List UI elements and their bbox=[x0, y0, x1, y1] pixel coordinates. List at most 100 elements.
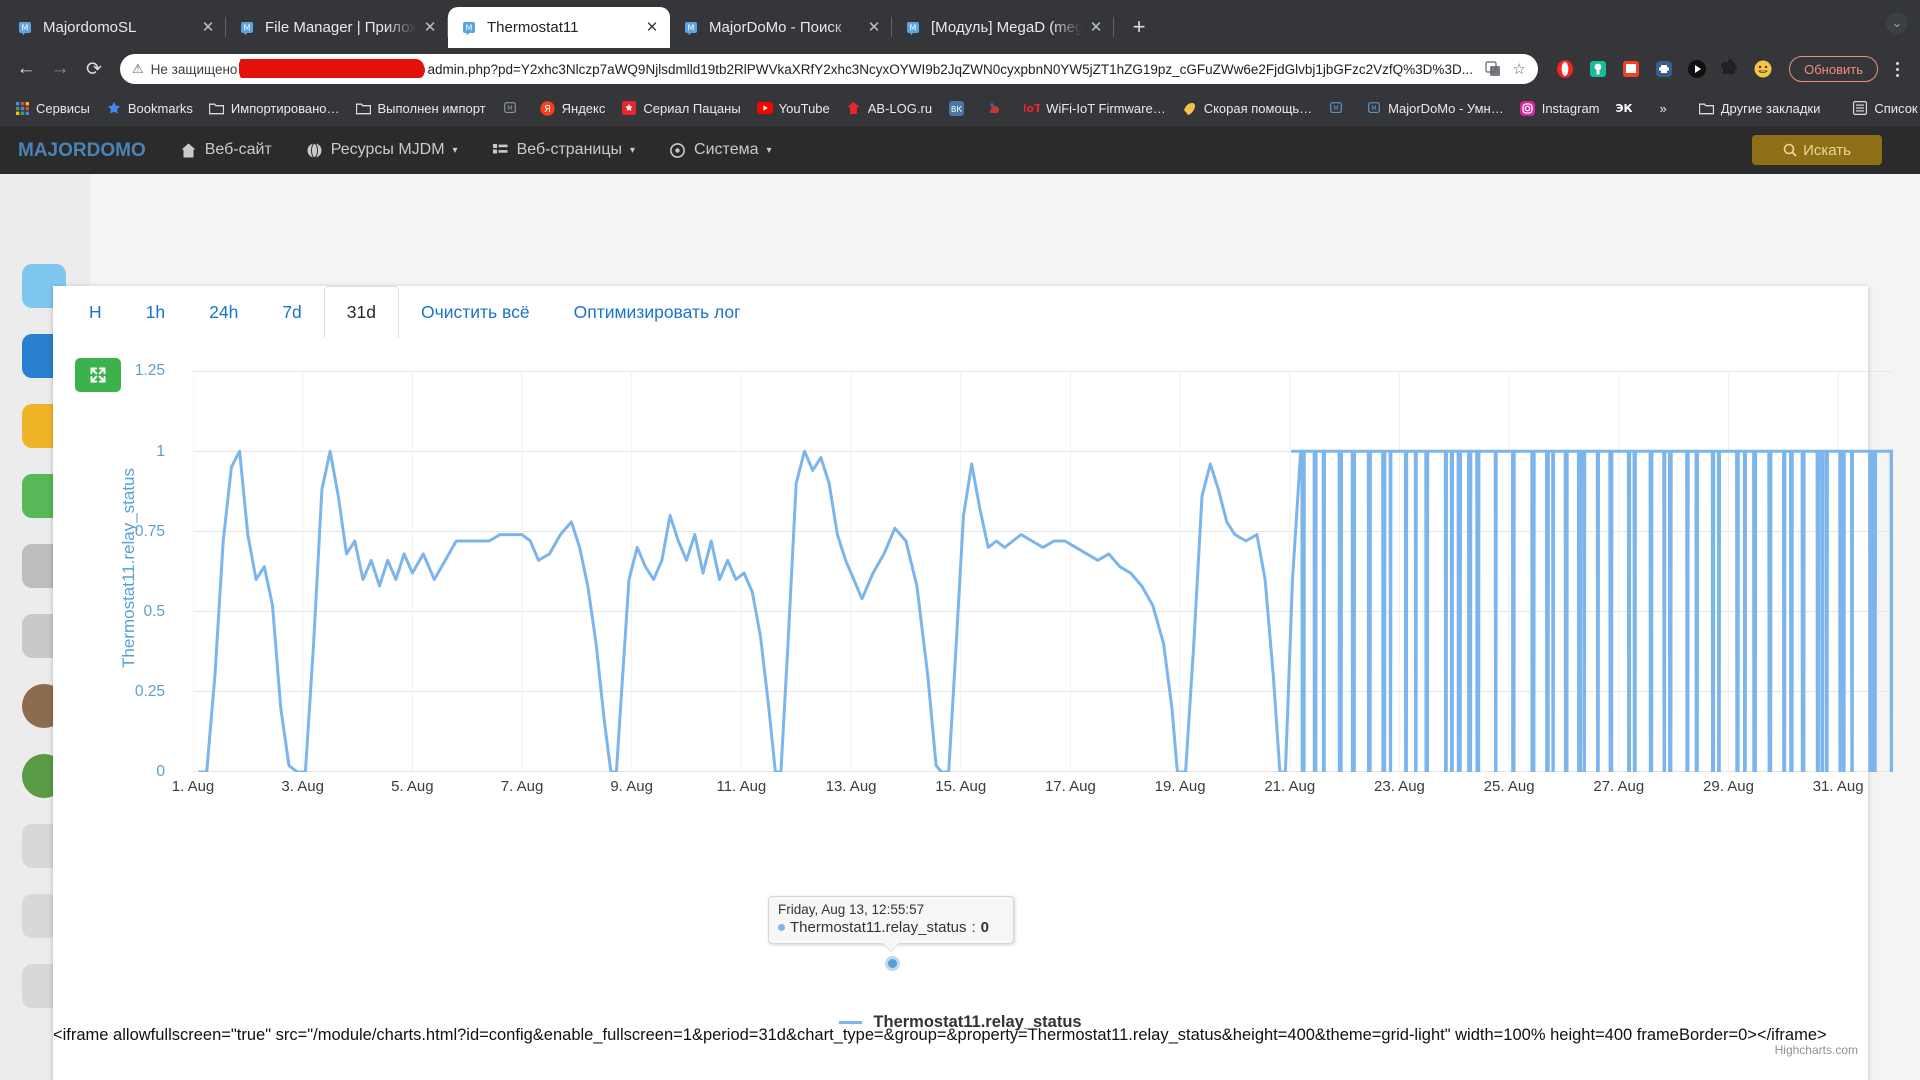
bookmarks-overflow-button[interactable]: » bbox=[1646, 97, 1675, 120]
svg-text:M: M bbox=[244, 23, 251, 32]
majordomo-favicon: M bbox=[16, 19, 34, 37]
nav-item-website[interactable]: Веб-сайт bbox=[180, 141, 272, 159]
chevron-down-icon: ▾ bbox=[453, 145, 458, 156]
browser-tab-4[interactable]: M [Модуль] MegaD (megad) - Ст ✕ bbox=[892, 7, 1114, 48]
expand-arrows-icon bbox=[87, 364, 109, 386]
nav-item-system[interactable]: Система ▾ bbox=[669, 141, 771, 159]
translate-icon[interactable] bbox=[1480, 56, 1506, 82]
bookmark-bookmarks[interactable]: Bookmarks bbox=[98, 96, 201, 120]
period-tab-7d[interactable]: 7d bbox=[260, 286, 323, 338]
star-icon[interactable]: ☆ bbox=[1506, 56, 1532, 82]
browser-toolbar: ← → ⟳ ⚠ Не защищено admin.php?pd=Y2xhc3N… bbox=[0, 48, 1920, 90]
tooltip-arrow bbox=[883, 943, 899, 951]
other-bookmarks-button[interactable]: Другие закладки bbox=[1691, 96, 1829, 120]
forward-icon[interactable]: → bbox=[44, 53, 76, 85]
y-tick-label: 0.75 bbox=[113, 523, 165, 541]
bookmark-ex[interactable]: ЭК bbox=[1608, 96, 1646, 120]
bookmark-yandex[interactable]: Я Яндекс bbox=[532, 96, 614, 120]
gear-icon bbox=[669, 142, 686, 159]
play-icon[interactable] bbox=[1683, 55, 1711, 83]
chart-tooltip: Friday, Aug 13, 12:55:57 Thermostat11.re… bbox=[768, 896, 1014, 944]
majordomo-favicon: M bbox=[502, 100, 518, 116]
svg-text:M: M bbox=[22, 23, 29, 32]
window-controls-icon[interactable]: ⌄ bbox=[1886, 12, 1908, 34]
bookmark-vk[interactable]: ВК bbox=[940, 96, 978, 120]
bookmark-ambulance[interactable]: Скорая помощь… bbox=[1174, 96, 1320, 120]
y-tick-label: 1 bbox=[113, 443, 165, 461]
x-tick-label: 19. Aug bbox=[1155, 778, 1206, 795]
x-tick-label: 17. Aug bbox=[1045, 778, 1096, 795]
puzzle-dark-icon[interactable] bbox=[1716, 55, 1744, 83]
browser-tab-3[interactable]: M MajorDoMo - Поиск ✕ bbox=[670, 7, 892, 48]
overflow-label: » bbox=[1660, 101, 1667, 116]
address-bar[interactable]: ⚠ Не защищено admin.php?pd=Y2xhc3Nlczp7a… bbox=[120, 54, 1538, 84]
close-icon[interactable]: ✕ bbox=[864, 18, 884, 38]
redmarket-icon[interactable] bbox=[1617, 55, 1645, 83]
majordomo-logo: MAJORDOMO bbox=[18, 141, 146, 160]
bookmark-imported-folder[interactable]: Импортировано… bbox=[201, 96, 348, 120]
browser-tab-1[interactable]: M File Manager | Приложения | П ✕ bbox=[226, 7, 448, 48]
bookmark-ablog[interactable]: AB-LOG.ru bbox=[838, 96, 940, 120]
bookmark-majordomo-1[interactable]: M bbox=[494, 96, 532, 120]
x-tick-label: 13. Aug bbox=[826, 778, 877, 795]
bookmark-series[interactable]: Сериал Пацаны bbox=[613, 96, 748, 120]
new-tab-button[interactable]: + bbox=[1122, 10, 1156, 44]
search-button[interactable]: Искать bbox=[1752, 135, 1882, 165]
close-icon[interactable]: ✕ bbox=[1086, 18, 1106, 38]
bookmark-label: AB-LOG.ru bbox=[868, 101, 932, 116]
optimize-log-button[interactable]: Оптимизировать лог bbox=[552, 286, 763, 338]
bookmark-majordomo-2[interactable]: M bbox=[1320, 96, 1358, 120]
chart-plot[interactable] bbox=[193, 371, 1893, 772]
close-icon[interactable]: ✕ bbox=[420, 18, 440, 38]
tooltip-series-name: Thermostat11.relay_status bbox=[790, 919, 966, 936]
opera-icon[interactable] bbox=[1551, 55, 1579, 83]
bookmarks-bar: Сервисы Bookmarks Импортировано… Выполне… bbox=[0, 90, 1920, 126]
chart-hover-marker bbox=[885, 956, 900, 971]
svg-text:IoT: IoT bbox=[1024, 102, 1040, 115]
browser-window: M MajordomoSL ✕ M File Manager | Приложе… bbox=[0, 0, 1920, 1080]
folder-icon bbox=[209, 100, 225, 116]
lamp-icon[interactable] bbox=[1584, 55, 1612, 83]
puzzle-blue-icon[interactable] bbox=[1650, 55, 1678, 83]
nav-item-webpages[interactable]: Веб-страницы ▾ bbox=[492, 141, 635, 159]
bookmark-majordomo-smart[interactable]: M MajorDoMo - Умн… bbox=[1358, 96, 1512, 120]
nav-item-resources[interactable]: Ресурсы MJDM ▾ bbox=[306, 141, 458, 159]
bookmark-services[interactable]: Сервисы bbox=[6, 96, 98, 120]
x-tick-label: 25. Aug bbox=[1484, 778, 1535, 795]
bookmark-label: Instagram bbox=[1542, 101, 1600, 116]
browser-menu-icon[interactable] bbox=[1884, 54, 1910, 84]
bookmark-wifi-iot[interactable]: IoT WiFi-IoT Firmware… bbox=[1016, 96, 1174, 120]
bookmark-label: Яндекс bbox=[562, 101, 606, 116]
clear-all-button[interactable]: Очистить всё bbox=[399, 286, 552, 338]
bookmark-youtube[interactable]: YouTube bbox=[749, 96, 838, 120]
x-tick-label: 1. Aug bbox=[172, 778, 215, 795]
fullscreen-button[interactable] bbox=[75, 358, 121, 392]
period-tab-24h[interactable]: 24h bbox=[187, 286, 260, 338]
period-tab-h[interactable]: H bbox=[67, 286, 124, 338]
y-tick-label: 0.5 bbox=[113, 603, 165, 621]
period-tab-31d[interactable]: 31d bbox=[324, 286, 399, 338]
update-button[interactable]: Обновить bbox=[1789, 56, 1878, 82]
period-tab-1h[interactable]: 1h bbox=[124, 286, 187, 338]
apps-grid-icon bbox=[14, 100, 30, 116]
majordomo-favicon: M bbox=[904, 19, 922, 37]
close-icon[interactable]: ✕ bbox=[198, 18, 218, 38]
browser-tab-2-active[interactable]: M Thermostat11 ✕ bbox=[448, 7, 670, 48]
star-icon bbox=[106, 100, 122, 116]
reload-icon[interactable]: ⟳ bbox=[78, 53, 110, 85]
back-icon[interactable]: ← bbox=[10, 53, 42, 85]
x-tick-label: 11. Aug bbox=[716, 778, 766, 795]
emoji-icon[interactable] bbox=[1749, 55, 1777, 83]
bookmark-squirrel[interactable] bbox=[978, 96, 1016, 120]
bookmark-instagram[interactable]: Instagram bbox=[1512, 96, 1608, 120]
tooltip-series-row: Thermostat11.relay_status: 0 bbox=[778, 919, 1004, 936]
close-icon[interactable]: ✕ bbox=[642, 18, 662, 38]
browser-tab-0[interactable]: M MajordomoSL ✕ bbox=[4, 7, 226, 48]
chart-area: Thermostat11.relay_status 1.25 1 0.75 0.… bbox=[53, 338, 1868, 843]
tab-title: Thermostat11 bbox=[487, 19, 638, 37]
bookmark-import-done-folder[interactable]: Выполнен импорт bbox=[347, 96, 493, 120]
ex-icon: ЭК bbox=[1616, 100, 1632, 116]
nav-label: Система bbox=[694, 141, 758, 159]
svg-text:M: M bbox=[466, 23, 473, 32]
reading-list-button[interactable]: Список для чтения bbox=[1844, 96, 1920, 120]
